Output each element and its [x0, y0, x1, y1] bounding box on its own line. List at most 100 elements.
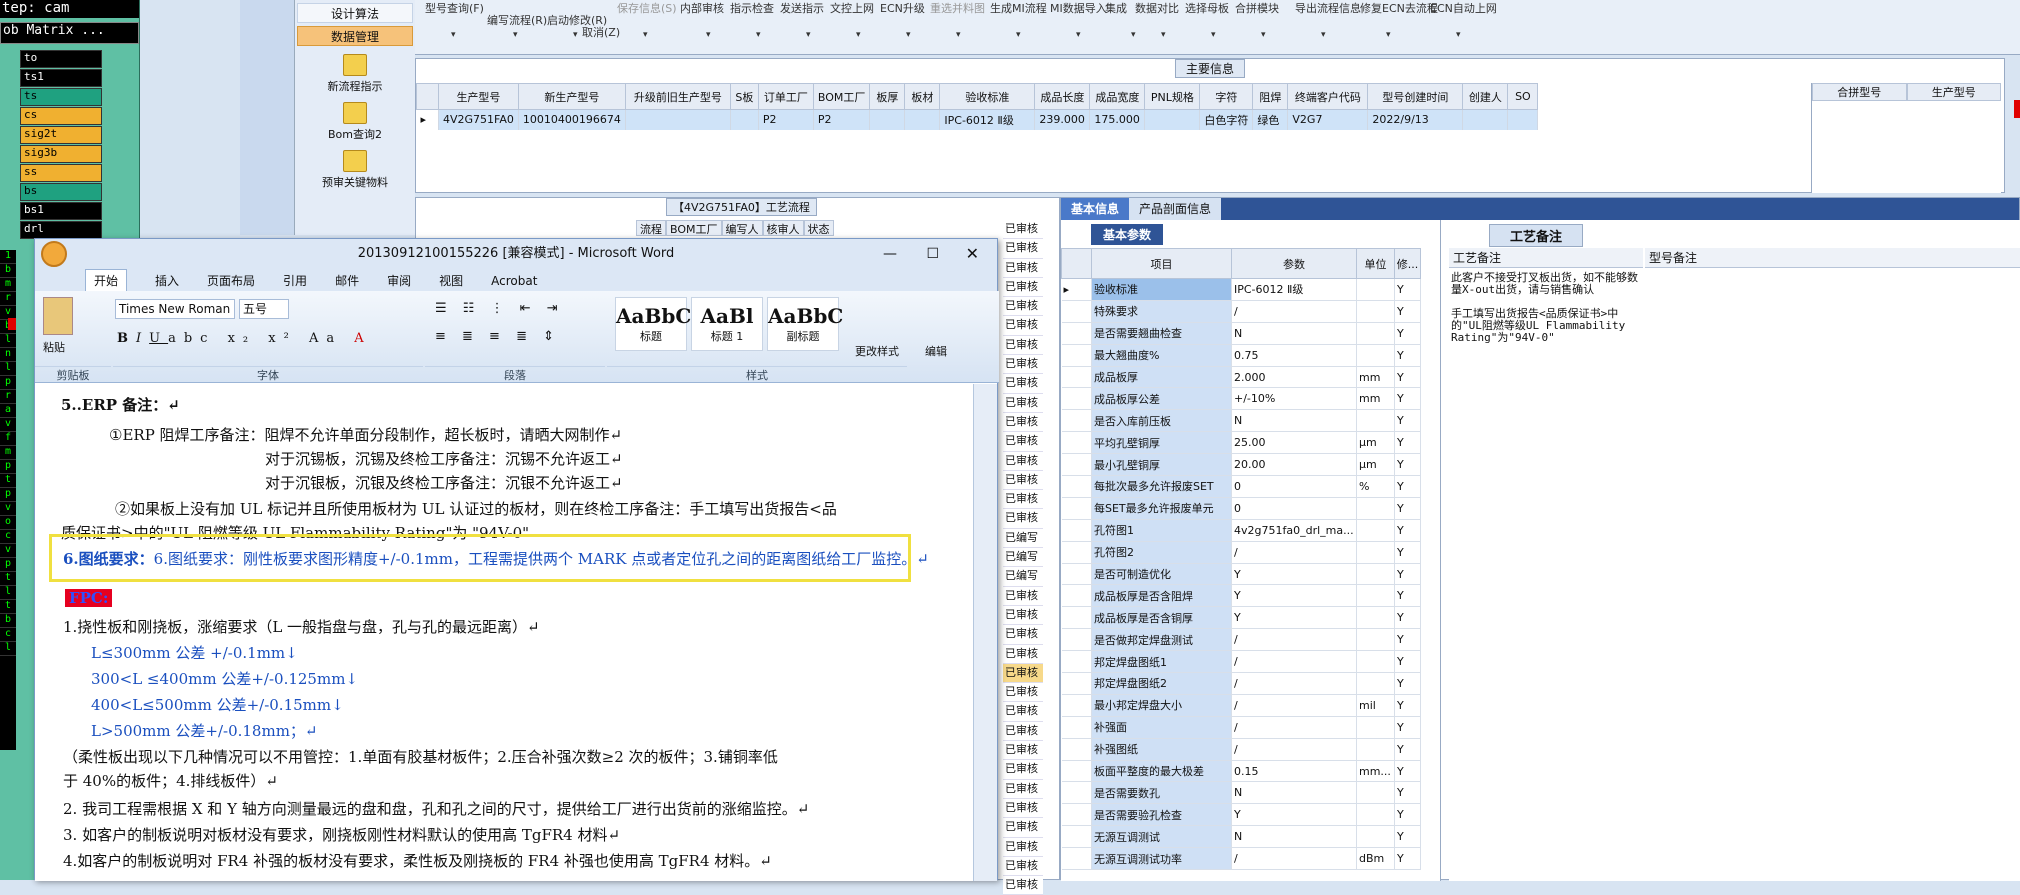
param-cell[interactable]: N: [1231, 409, 1357, 433]
chevron-down-icon[interactable]: ▾: [1321, 30, 1326, 40]
table-cell[interactable]: 175.000: [1089, 109, 1146, 130]
ribbon-button[interactable]: 数据对比: [1135, 0, 1179, 16]
layer-row[interactable]: bs: [20, 183, 102, 201]
column-header[interactable]: 终端客户代码: [1287, 83, 1369, 110]
param-cell[interactable]: 2.000: [1231, 366, 1357, 389]
param-row[interactable]: 是否需要数孔 N Y: [1061, 781, 1421, 805]
flow-column-header[interactable]: 流程: [636, 220, 666, 236]
status-cell[interactable]: 已审核: [1003, 316, 1043, 336]
status-cell[interactable]: 已审核: [1003, 432, 1043, 452]
document-page[interactable]: 5..ERP 备注：↵ ①ERP 阻焊工序备注：阻焊不允许单面分段制作，超长板时…: [35, 384, 975, 881]
table-cell[interactable]: 239.000: [1034, 109, 1091, 130]
status-cell[interactable]: 已审核: [1003, 355, 1043, 375]
column-header[interactable]: 板材: [904, 83, 941, 110]
ribbon-button[interactable]: 生成MI流程: [990, 0, 1047, 16]
param-cell[interactable]: /: [1231, 650, 1357, 674]
chevron-down-icon[interactable]: ▾: [906, 30, 911, 40]
param-cell[interactable]: 4v2g751fa0_drl_ma...: [1231, 519, 1357, 542]
word-tab[interactable]: 邮件: [335, 270, 359, 292]
param-row[interactable]: 最大翘曲度% 0.75 Y: [1061, 344, 1421, 367]
table-cell[interactable]: 4V2G751FA0: [438, 109, 519, 130]
align-buttons[interactable]: ≡ ≣ ≡ ≣ ⇕: [435, 329, 560, 344]
ribbon-button[interactable]: 选择母板: [1185, 0, 1229, 16]
param-row[interactable]: 特殊要求 / Y: [1061, 300, 1421, 323]
status-cell[interactable]: 已审核: [1003, 297, 1043, 317]
layer-row[interactable]: sig2t: [20, 126, 102, 144]
chevron-down-icon[interactable]: ▾: [451, 30, 456, 40]
param-row[interactable]: 邦定焊盘图纸2/ Y: [1061, 672, 1421, 695]
column-header[interactable]: SO: [1507, 83, 1539, 110]
chevron-down-icon[interactable]: ▾: [573, 30, 578, 40]
param-cell[interactable]: /: [1231, 672, 1357, 695]
status-cell[interactable]: 已审核: [1003, 625, 1043, 645]
basic-params-tab[interactable]: 基本参数: [1091, 224, 1164, 245]
table-cell[interactable]: P2: [813, 109, 871, 130]
param-column-header[interactable]: 修...: [1394, 248, 1421, 279]
flow-column-header[interactable]: BOM工厂: [666, 220, 722, 236]
param-row[interactable]: 每SET最多允许报废单元 0 Y: [1061, 497, 1421, 520]
param-row[interactable]: 成品板厚是否含铜厚 Y Y: [1061, 606, 1421, 630]
column-header[interactable]: 生产型号: [438, 83, 519, 110]
style-subtitle[interactable]: AaBbC 副标题: [767, 297, 843, 351]
status-cell[interactable]: 已审核: [1003, 277, 1043, 298]
doc-scrollbar[interactable]: [973, 384, 997, 881]
tab-profile-info[interactable]: 产品剖面信息: [1129, 198, 1222, 220]
status-cell[interactable]: 已审核: [1003, 644, 1043, 664]
chevron-down-icon[interactable]: ▾: [1261, 30, 1266, 40]
param-cell[interactable]: 0.75: [1231, 344, 1357, 367]
ribbon-button[interactable]: ECN自动上网: [1430, 0, 1497, 16]
flow-column-header[interactable]: 核审人: [762, 220, 804, 236]
param-cell[interactable]: Y: [1231, 803, 1357, 827]
ribbon-button[interactable]: ECN升级: [880, 0, 925, 16]
change-styles-button[interactable]: 更改样式: [855, 343, 899, 359]
font-size-select[interactable]: 五号: [239, 299, 289, 319]
param-row[interactable]: 成品板厚 2.000 mm Y: [1061, 366, 1421, 389]
ribbon-button[interactable]: 文控上网: [830, 0, 874, 16]
ribbon-button[interactable]: 合拼模块: [1235, 0, 1279, 16]
param-column-header[interactable]: 单位: [1356, 248, 1395, 279]
status-cell[interactable]: 已审核: [1003, 509, 1043, 529]
table-cell[interactable]: [1144, 109, 1201, 130]
ribbon-button[interactable]: 修复ECN去流程: [1360, 0, 1438, 16]
param-cell[interactable]: /: [1231, 628, 1357, 652]
param-cell[interactable]: /: [1231, 694, 1357, 717]
word-tab[interactable]: 开始: [85, 269, 128, 292]
column-header[interactable]: 型号创建时间: [1367, 83, 1464, 110]
status-cell[interactable]: 已审核: [1003, 586, 1043, 606]
param-cell[interactable]: 0: [1231, 497, 1357, 520]
style-heading1[interactable]: AaBl 标题 1: [691, 297, 763, 351]
table-cell[interactable]: 10010400196674: [518, 109, 626, 130]
param-row[interactable]: ▸ 验收标准 IPC-6012 Ⅱ级 Y: [1061, 278, 1421, 301]
param-row[interactable]: 是否需要翘曲检查 N Y: [1061, 322, 1421, 345]
param-row[interactable]: 无源互调测试功率 / dBm Y: [1061, 847, 1421, 871]
param-row[interactable]: 是否可制造优化 Y Y: [1061, 563, 1421, 586]
ribbon-button[interactable]: 型号查询(F): [425, 0, 484, 16]
word-tab[interactable]: 审阅: [387, 270, 411, 292]
table-cell[interactable]: [625, 109, 731, 130]
param-row[interactable]: 板面平整度的最大极差 0.15 mm... Y: [1061, 760, 1421, 783]
param-cell[interactable]: N: [1231, 825, 1357, 849]
ribbon-button[interactable]: MI数据导入: [1050, 0, 1107, 16]
layer-row[interactable]: ts1: [20, 69, 102, 87]
ribbon-button[interactable]: 导出流程信息: [1295, 0, 1361, 16]
status-cell[interactable]: 已审核: [1003, 412, 1043, 433]
table-cell[interactable]: P2: [758, 109, 814, 130]
status-cell[interactable]: 已审核: [1003, 856, 1043, 877]
param-row[interactable]: 平均孔壁铜厚 25.00 μm Y: [1061, 431, 1421, 455]
table-cell[interactable]: 白色字符: [1199, 109, 1254, 130]
status-cell[interactable]: 已审核: [1003, 876, 1043, 895]
status-cell[interactable]: 已审核: [1003, 702, 1043, 722]
table-cell[interactable]: [869, 109, 906, 130]
table-cell[interactable]: [904, 109, 941, 130]
param-row[interactable]: 孔符图2/ Y: [1061, 541, 1421, 564]
flow-column-header[interactable]: 编写人: [721, 220, 763, 236]
word-tab[interactable]: Acrobat: [491, 270, 537, 292]
param-row[interactable]: 是否入库前压板 N Y: [1061, 409, 1421, 433]
layer-row[interactable]: cs: [20, 107, 102, 125]
status-cell[interactable]: 已审核: [1003, 818, 1043, 838]
list-buttons[interactable]: ☰ ☷ ⋮ ⇤ ⇥: [435, 301, 564, 316]
nav-item-data-mgmt[interactable]: 数据管理: [297, 26, 413, 46]
paste-icon[interactable]: [43, 297, 73, 335]
param-row[interactable]: 每批次最多允许报废SET 0% Y: [1061, 475, 1421, 498]
table-cell[interactable]: [730, 109, 759, 130]
